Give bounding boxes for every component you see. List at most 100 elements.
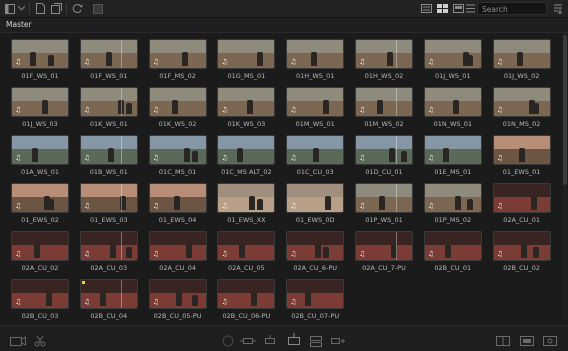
clip-preview-image: ♫ (286, 183, 345, 213)
clip-settings-icon[interactable] (543, 332, 557, 351)
clip-thumbnail[interactable]: ♫ 02A_CU_02 (11, 231, 69, 278)
clip-thumbnail[interactable]: ♫ 01K_WS_01 (79, 87, 138, 134)
clip-thumbnail[interactable]: ♫ 01P_WS_01 (355, 183, 413, 230)
clip-thumbnail[interactable]: ♫ 02A_CU_05 (217, 231, 276, 278)
clip-thumbnail[interactable]: ♫ 02A_CU_7-PU (355, 231, 413, 278)
clip-thumbnail[interactable]: ♫ 01_EWS_01 (492, 135, 551, 182)
fit-to-fill-icon[interactable] (496, 332, 510, 351)
clip-thumbnail[interactable]: ♫ 02A_CU_6-PU (286, 231, 345, 278)
clip-thumbnail[interactable]: ♫ 01F_WS_01 (11, 39, 69, 86)
audio-icon: ♫ (496, 202, 503, 210)
audio-icon: ♫ (290, 202, 297, 210)
clip-thumbnail[interactable]: ♫ 01D_CU_01 (355, 135, 413, 182)
clip-thumbnail[interactable]: ♫ 01M_WS_01 (286, 87, 345, 134)
clip-thumbnail[interactable]: ♫ 01M_WS_02 (355, 87, 413, 134)
audio-icon: ♫ (427, 154, 435, 162)
clip-preview-image: ♫ (79, 135, 138, 165)
append-clip-icon[interactable] (330, 332, 346, 351)
sync-icon[interactable] (71, 2, 83, 15)
clip-thumbnail[interactable]: ♫ 01C_CU_03 (286, 135, 345, 182)
clip-thumbnail[interactable]: ♫ 01N_MS_02 (492, 87, 551, 134)
clip-thumbnail[interactable]: ♫ 01P_MS_02 (423, 183, 482, 230)
clip-thumbnail[interactable]: ♫ 01_EWS_03 (79, 183, 138, 230)
vertical-scrollbar[interactable] (563, 33, 567, 319)
clip-thumbnail[interactable]: ♫ 01_EWS_02 (11, 183, 69, 230)
sort-list-icon[interactable] (465, 2, 475, 15)
audio-icon: ♫ (221, 250, 228, 258)
clip-thumbnail[interactable]: ♫ 01H_WS_01 (286, 39, 345, 86)
clip-thumbnail[interactable]: ♫ 01_EWS_04 (148, 183, 207, 230)
clip-thumbnail[interactable]: ♫ 01J_WS_01 (423, 39, 482, 86)
search-input[interactable]: Search (477, 2, 547, 15)
metadata-icon[interactable] (92, 2, 104, 15)
clip-preview-image: ♫ (423, 87, 482, 117)
clip-label: 01J_WS_02 (503, 72, 540, 80)
audio-icon: ♫ (359, 250, 366, 258)
clip-thumbnail[interactable]: ♫ 01E_MS_01 (423, 135, 482, 182)
clip-thumbnail[interactable]: ♫ 02A_CU_04 (148, 231, 207, 278)
new-smart-bin-icon[interactable] (50, 2, 62, 15)
clip-label: 01H_WS_01 (295, 72, 335, 80)
dropdown-icon[interactable] (17, 2, 25, 15)
clip-thumbnail[interactable]: ♫ 02B_CU_07-PU (286, 279, 345, 326)
clip-view-icon[interactable] (10, 332, 26, 351)
clip-thumbnail[interactable]: ♫ 01N_WS_01 (423, 87, 482, 134)
thumbnail-view-icon[interactable] (436, 2, 448, 15)
clip-thumbnail[interactable]: ♫ 02B_CU_03 (11, 279, 69, 326)
clip-label: 02B_CU_04 (90, 312, 128, 320)
clip-label: 02B_CU_03 (21, 312, 59, 320)
clip-label: 01K_WS_02 (158, 120, 197, 128)
panel-toggle-icon[interactable] (4, 2, 16, 15)
clip-preview-image: ♫ (492, 87, 551, 117)
clip-preview-image: ♫ (148, 87, 207, 117)
list-view-icon[interactable] (420, 2, 432, 15)
clip-thumbnail[interactable]: ♫ 01H_WS_02 (355, 39, 413, 86)
filmstrip-view-icon[interactable] (452, 2, 464, 15)
insert-clip-icon[interactable] (240, 332, 256, 351)
scrollbar-thumb[interactable] (563, 35, 567, 185)
overwrite-clip-icon[interactable] (262, 332, 278, 351)
clip-thumbnail[interactable]: ♫ 01K_WS_02 (148, 87, 207, 134)
clip-thumbnail[interactable]: ♫ 02A_CU_03 (79, 231, 138, 278)
audio-icon: ♫ (427, 106, 435, 114)
clip-label: 01G_MS_01 (227, 72, 266, 80)
clip-thumbnail[interactable]: ♫ 02B_CU_01 (423, 231, 482, 278)
clip-label: 02A_CU_05 (227, 264, 265, 272)
place-on-top-icon[interactable] (308, 332, 324, 351)
audio-icon: ♫ (15, 154, 22, 162)
clip-label: 01H_WS_02 (364, 72, 404, 80)
clip-thumbnail[interactable]: ♫ 01F_MS_02 (148, 39, 207, 86)
clip-label: 02B_CU_01 (434, 264, 472, 272)
clip-label: 01_EWS_03 (89, 216, 128, 224)
replace-clip-icon[interactable] (286, 332, 302, 351)
clip-thumbnail[interactable]: ♫ 01F_WS_01 (79, 39, 138, 86)
sort-icon[interactable] (552, 2, 564, 15)
clip-thumbnail[interactable]: ♫ 02B_CU_02 (492, 231, 551, 278)
clip-thumbnail[interactable]: ♫ 01J_WS_02 (492, 39, 551, 86)
audio-icon: ♫ (359, 202, 366, 210)
audio-icon: ♫ (359, 58, 366, 66)
viewer-icon[interactable] (520, 332, 534, 351)
clip-preview-image: ♫ (423, 39, 482, 69)
scissors-icon[interactable] (34, 332, 46, 351)
clip-thumbnail[interactable]: ♫ 02B_CU_05-PU (148, 279, 207, 326)
new-bin-icon[interactable] (34, 2, 46, 15)
clip-thumbnail[interactable]: ♫ 02A_CU_01 (492, 183, 551, 230)
clip-preview-image: ♫ (286, 39, 345, 69)
clip-thumbnail[interactable]: ♫ 01K_WS_03 (217, 87, 276, 134)
clip-label: 01_EWS_04 (158, 216, 197, 224)
clip-thumbnail[interactable]: ♫ 02B_CU_06-PU (217, 279, 276, 326)
clip-label: 02B_CU_06-PU (222, 312, 271, 320)
clip-preview-image: ♫ (217, 279, 276, 309)
clip-thumbnail[interactable]: ♫ 01A_WS_01 (11, 135, 69, 182)
clip-thumbnail[interactable]: ♫ 01_EWS_XX (217, 183, 276, 230)
clip-thumbnail[interactable]: ♫ 01B_WS_01 (79, 135, 138, 182)
clip-thumbnail[interactable]: ♫ 02B_CU_04 (79, 279, 138, 326)
clip-preview-image: ♫ (492, 231, 551, 261)
clip-thumbnail[interactable]: ♫ 01J_WS_03 (11, 87, 69, 134)
transform-icon[interactable] (222, 332, 234, 351)
clip-thumbnail[interactable]: ♫ 01C_MS_01 (148, 135, 207, 182)
clip-thumbnail[interactable]: ♫ 01G_MS_01 (217, 39, 276, 86)
clip-thumbnail[interactable]: ♫ 01_EWS_0D (286, 183, 345, 230)
clip-thumbnail[interactable]: ♫ 01C_MS ALT_02 (217, 135, 276, 182)
